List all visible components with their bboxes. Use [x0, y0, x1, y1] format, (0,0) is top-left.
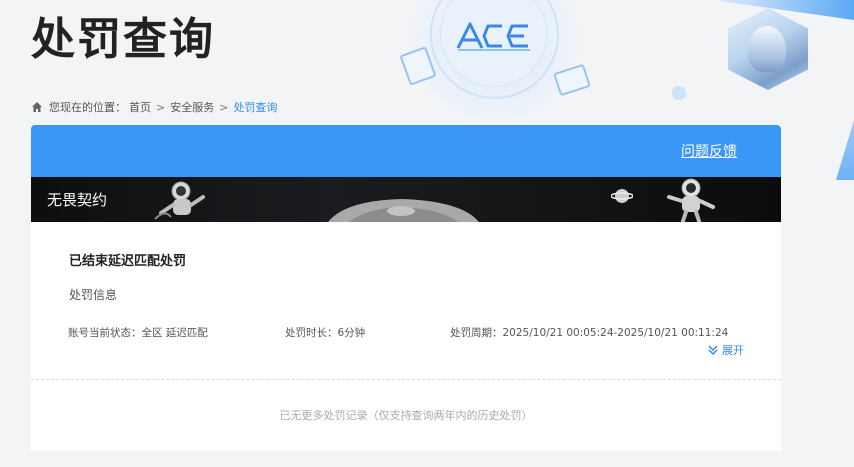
page-title: 处罚查询 [31, 14, 215, 65]
breadcrumb-separator: > [156, 100, 166, 114]
home-icon [32, 102, 42, 112]
breadcrumb: 您现在的位置： 首页 > 安全服务 > 处罚查询 [31, 99, 277, 115]
penalty-record: 已结束延迟匹配处罚 处罚信息 展开 [31, 222, 781, 380]
penalty-period: 处罚周期：2025/10/21 00:05:24-2025/10/21 00:1… [450, 327, 729, 339]
account-status: 账号当前状态：全区 延迟匹配 [68, 327, 208, 339]
avatar-figure [748, 26, 786, 72]
panel-header: 问题反馈 [31, 125, 781, 177]
spacecraft-illustration [328, 199, 479, 222]
avatar[interactable] [728, 8, 808, 90]
expand-button[interactable]: 展开 [707, 342, 744, 358]
breadcrumb-security-link[interactable]: 安全服务 [170, 99, 214, 115]
section-label: 处罚信息 [69, 288, 118, 302]
chevron-down-icon [708, 345, 718, 356]
expand-label: 展开 [722, 344, 744, 357]
game-name: 无畏契约 [47, 191, 108, 209]
decorative-dot [672, 86, 686, 100]
penalty-panel: 问题反馈 无畏契约 已结束延迟匹配处罚 处罚信息 展开 已无更多处罚记录（仅支持… [31, 125, 781, 451]
decorative-stripe-right [836, 120, 854, 180]
feedback-link[interactable]: 问题反馈 [681, 141, 737, 161]
breadcrumb-current: 处罚查询 [233, 101, 278, 114]
astronaut-illustration [667, 178, 715, 222]
no-more-records: 已无更多处罚记录（仅支持查询两年内的历史处罚） [279, 409, 533, 422]
breadcrumb-separator: > [219, 100, 229, 114]
ace-logo [456, 22, 530, 51]
astronaut-illustration [154, 181, 205, 220]
breadcrumb-home-link[interactable]: 首页 [129, 99, 151, 115]
breadcrumb-prefix: 您现在的位置： [49, 101, 126, 114]
record-title: 已结束延迟匹配处罚 [69, 254, 187, 269]
penalty-duration: 处罚时长：6分钟 [285, 327, 366, 339]
game-banner: 无畏契约 [31, 177, 781, 222]
planet-illustration [611, 189, 633, 203]
